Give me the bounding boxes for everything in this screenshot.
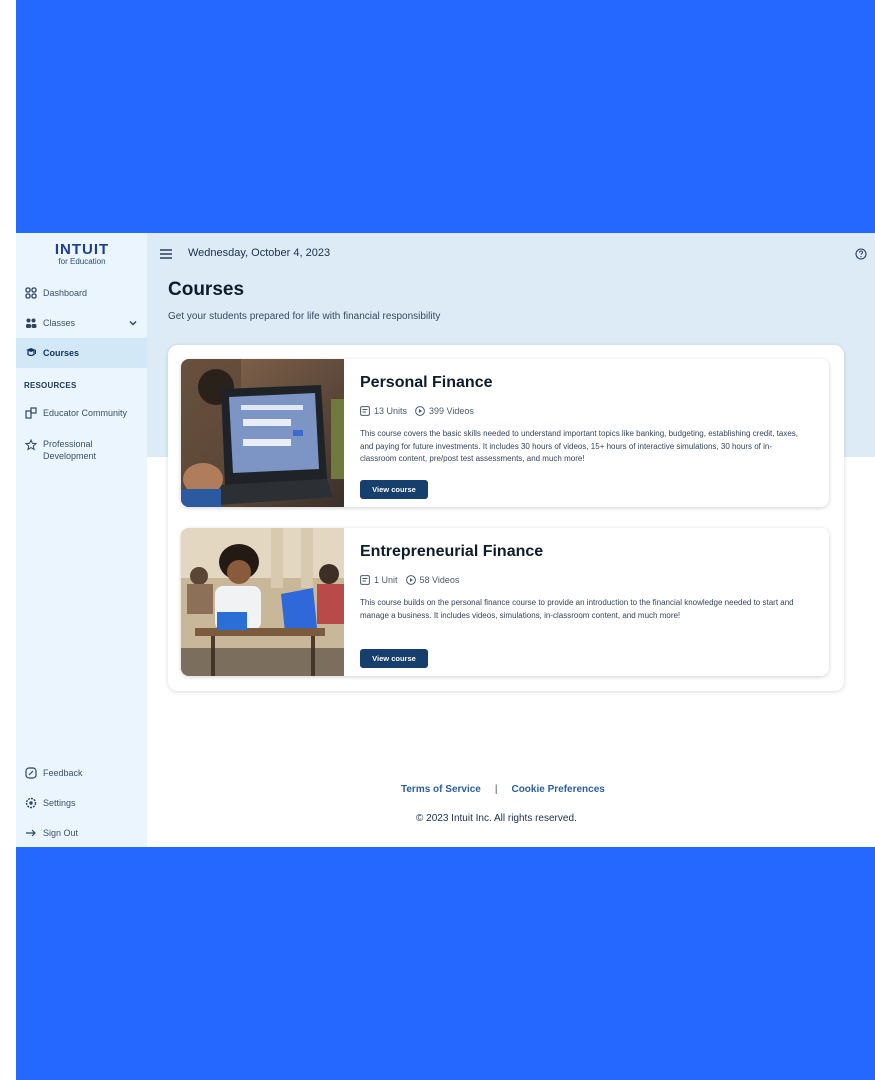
chevron-down-icon[interactable] — [127, 317, 139, 329]
footer-separator: | — [494, 784, 498, 795]
play-video-icon — [405, 575, 416, 585]
units-count: 1 Unit — [374, 575, 398, 585]
star-icon — [24, 438, 37, 451]
app-window: INTUIT for Education Dashboard Classes C… — [16, 233, 875, 847]
sidebar-item-label: Dashboard — [43, 288, 88, 298]
sidebar-item-sign-out[interactable]: Sign Out — [16, 818, 147, 847]
sidebar-item-label: Settings — [43, 798, 76, 808]
help-icon[interactable] — [855, 247, 867, 260]
course-description: This course builds on the personal finan… — [360, 598, 794, 620]
course-meta: 13 Units 399 Videos — [360, 406, 474, 416]
hamburger-menu-icon[interactable] — [159, 247, 173, 259]
settings-icon — [24, 797, 37, 810]
top-blue-band — [16, 0, 875, 233]
resources-heading: RESOURCES — [24, 381, 77, 390]
courses-icon — [24, 347, 37, 360]
sidebar-item-settings[interactable]: Settings — [16, 788, 147, 818]
copyright-text: © 2023 Intuit Inc. All rights reserved. — [416, 813, 577, 824]
sidebar-item-label: Educator Community — [43, 408, 128, 418]
videos-count: 399 Videos — [429, 406, 474, 416]
community-icon — [24, 407, 37, 420]
sidebar-item-dashboard[interactable]: Dashboard — [16, 278, 147, 308]
logo-wordmark: INTUIT — [54, 241, 110, 258]
sidebar-item-label: Sign Out — [43, 828, 79, 838]
units-icon — [360, 575, 370, 585]
sidebar: INTUIT for Education Dashboard Classes C… — [16, 233, 147, 847]
course-description: This course covers the basic skills need… — [360, 429, 799, 463]
page-subtitle: Get your students prepared for life with… — [168, 311, 441, 322]
sidebar-item-educator-community[interactable]: Educator Community — [16, 398, 147, 428]
terms-of-service-link[interactable]: Terms of Service — [401, 784, 481, 795]
sidebar-item-label: Professional — [43, 439, 93, 449]
intuit-logo[interactable]: INTUIT for Education — [52, 242, 112, 266]
view-course-button[interactable]: View course — [360, 649, 428, 668]
sidebar-item-label-wrap: Professional Development — [43, 438, 96, 462]
videos-count: 58 Videos — [419, 575, 460, 585]
course-card-entrepreneurial-finance: Entrepreneurial Finance 1 Unit 58 Videos… — [181, 528, 829, 676]
course-title: Personal Finance — [360, 374, 493, 391]
sidebar-item-feedback[interactable]: Feedback — [16, 758, 147, 788]
current-date: Wednesday, October 4, 2023 — [188, 247, 331, 259]
footer-links: Terms of Service | Cookie Preferences — [401, 784, 605, 795]
sidebar-item-classes[interactable]: Classes — [16, 308, 147, 338]
sign-out-arrow-icon — [24, 827, 37, 840]
units-count: 13 Units — [374, 406, 408, 416]
view-course-button[interactable]: View course — [360, 480, 428, 499]
units-icon — [360, 406, 370, 416]
dashboard-grid-icon — [24, 287, 37, 300]
sidebar-item-label: Courses — [43, 348, 80, 358]
page-gutter — [0, 0, 16, 1080]
play-video-icon — [415, 406, 425, 416]
feedback-icon — [24, 767, 37, 780]
bottom-blue-band — [16, 847, 875, 1080]
course-card-personal-finance: Personal Finance 13 Units 399 Videos Thi… — [181, 359, 829, 507]
classes-icon — [24, 317, 37, 330]
sidebar-item-courses[interactable]: Courses — [16, 338, 147, 368]
sidebar-item-label: Feedback — [43, 768, 83, 778]
logo-subtitle: for Education — [58, 257, 106, 266]
course-title: Entrepreneurial Finance — [360, 543, 544, 560]
entrepreneurial-finance-thumbnail — [181, 528, 344, 676]
sidebar-item-label: Development — [43, 451, 97, 461]
page-title: Courses — [168, 279, 245, 300]
personal-finance-thumbnail — [181, 359, 344, 507]
cookie-preferences-link[interactable]: Cookie Preferences — [511, 784, 604, 795]
sidebar-item-professional-development[interactable]: Professional Development — [16, 433, 147, 467]
course-meta: 1 Unit 58 Videos — [360, 575, 459, 585]
sidebar-item-label: Classes — [43, 318, 76, 328]
